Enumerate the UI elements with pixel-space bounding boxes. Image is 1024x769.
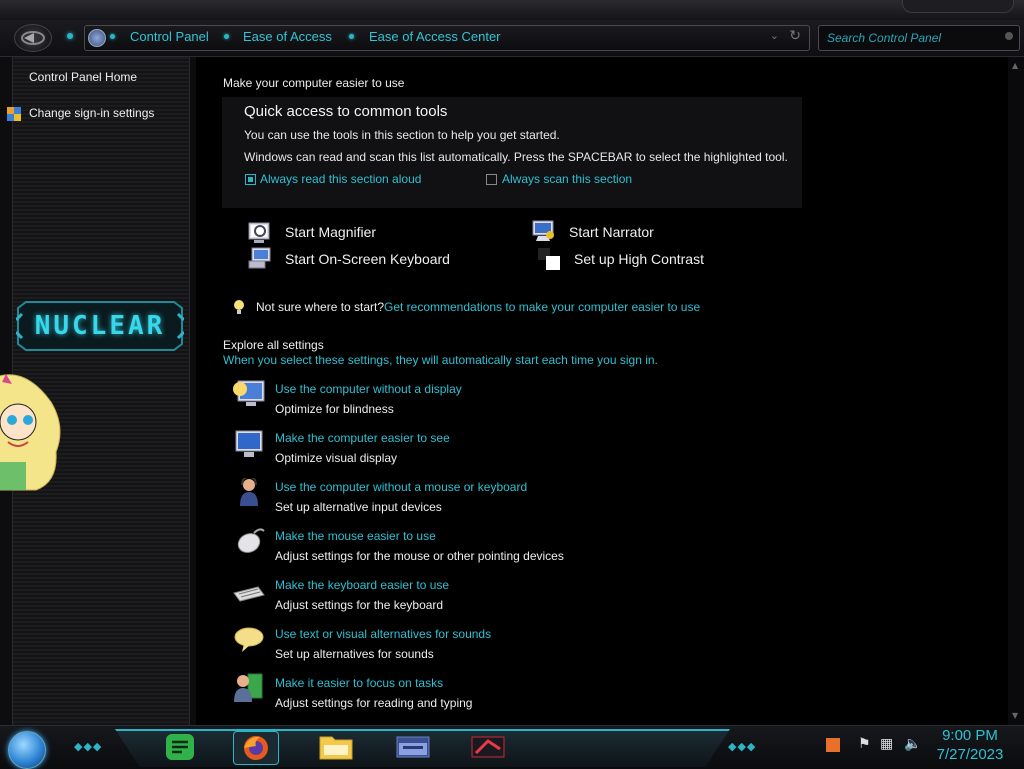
media-app-icon[interactable] — [466, 731, 510, 763]
breadcrumb-ease-of-access[interactable]: Ease of Access — [243, 29, 332, 44]
lightbulb-icon — [234, 300, 244, 314]
scan-checkbox[interactable] — [486, 174, 497, 185]
category-desc-sound-alternatives: Set up alternatives for sounds — [275, 647, 434, 661]
breadcrumb-ease-of-access-center[interactable]: Ease of Access Center — [369, 29, 501, 44]
category-desc-focus-tasks: Adjust settings for reading and typing — [275, 696, 473, 710]
firefox-icon[interactable] — [233, 731, 279, 765]
dock-chevrons-right-icon: ◆◆◆ — [728, 740, 757, 753]
sidebar: Control Panel Home Change sign-in settin… — [0, 57, 190, 725]
category-desc-without-mouse-keyboard: Set up alternative input devices — [275, 500, 442, 514]
quick-access-line1: You can use the tools in this section to… — [244, 128, 560, 142]
speech-bubble-icon — [234, 627, 264, 652]
category-link-focus-tasks[interactable]: Make it easier to focus on tasks — [275, 676, 443, 690]
keyboard-icon[interactable] — [248, 247, 272, 269]
category-desc-easier-to-see: Optimize visual display — [275, 451, 398, 465]
address-row: Control Panel Ease of Access Ease of Acc… — [0, 20, 1024, 57]
scroll-down-icon[interactable]: ▼ — [1012, 711, 1018, 720]
magnifier-icon[interactable] — [248, 222, 272, 244]
breadcrumb-separator — [110, 34, 115, 39]
get-recommendations-link[interactable]: Get recommendations to make your compute… — [384, 300, 700, 314]
window-frame-notch — [902, 0, 1014, 13]
search-input[interactable] — [825, 29, 989, 47]
app-tray-icon[interactable] — [826, 738, 840, 752]
category-desc-without-display: Optimize for blindness — [275, 402, 394, 416]
taskbar: ◆◆◆ ◆◆◆ ⚑ ▦ 🔈 — [0, 725, 1024, 769]
hint-text: Not sure where to start? — [256, 300, 385, 314]
contrast-icon[interactable] — [538, 248, 562, 270]
set-up-high-contrast-link[interactable]: Set up High Contrast — [574, 251, 704, 267]
read-aloud-label[interactable]: Always read this section aloud — [260, 172, 421, 186]
address-bar[interactable]: Control Panel Ease of Access Ease of Acc… — [84, 25, 810, 51]
category-link-sound-alternatives[interactable]: Use text or visual alternatives for soun… — [275, 627, 491, 641]
breadcrumb-control-panel[interactable]: Control Panel — [130, 29, 209, 44]
window-app-icon[interactable] — [391, 731, 435, 763]
clock-time[interactable]: 9:00 PM — [920, 727, 1020, 744]
logo-text: NUCLEAR — [34, 311, 166, 341]
monitor-blind-icon — [233, 380, 265, 406]
network-icon[interactable]: ▦ — [880, 736, 893, 752]
start-button[interactable] — [8, 731, 46, 769]
read-aloud-checkbox[interactable] — [245, 174, 256, 185]
category-link-mouse-easier[interactable]: Make the mouse easier to use — [275, 529, 436, 543]
chevron-down-icon[interactable]: ⌄ — [770, 29, 779, 42]
person-headset-icon — [240, 478, 258, 506]
flag-icon[interactable]: ⚑ — [858, 736, 871, 752]
explore-title: Explore all settings — [223, 338, 324, 352]
start-narrator-link[interactable]: Start Narrator — [569, 224, 654, 240]
volume-icon[interactable]: 🔈 — [904, 736, 921, 752]
window-title-bar — [0, 0, 1024, 21]
scroll-up-icon[interactable]: ▲ — [1012, 61, 1018, 70]
clock-date[interactable]: 7/27/2023 — [920, 746, 1020, 763]
search-icon[interactable] — [1005, 32, 1013, 40]
sidebar-item-change-sign-in-settings[interactable]: Change sign-in settings — [29, 106, 154, 120]
category-link-without-mouse-keyboard[interactable]: Use the computer without a mouse or keyb… — [275, 480, 527, 494]
breadcrumb-separator — [224, 34, 229, 39]
search-box[interactable] — [818, 25, 1020, 51]
notes-app-icon[interactable] — [158, 731, 202, 763]
nuclear-logo: NUCLEAR — [14, 300, 186, 352]
recent-pages-dot[interactable] — [67, 33, 73, 39]
control-panel-icon — [88, 29, 106, 47]
cartoon-character-image — [0, 374, 61, 491]
back-button[interactable] — [14, 24, 52, 52]
explore-subtitle: When you select these settings, they wil… — [223, 353, 658, 367]
breadcrumb-separator — [349, 34, 354, 39]
monitor-icon — [235, 430, 263, 457]
refresh-icon[interactable]: ↻ — [789, 28, 801, 44]
keyboard-icon — [233, 586, 265, 602]
start-magnifier-link[interactable]: Start Magnifier — [285, 224, 376, 240]
main-content: Make your computer easier to use Quick a… — [196, 57, 1008, 725]
quick-access-line2: Windows can read and scan this list auto… — [244, 150, 788, 164]
scan-label[interactable]: Always scan this section — [502, 172, 632, 186]
file-explorer-icon[interactable] — [314, 731, 358, 763]
quick-access-title: Quick access to common tools — [244, 103, 448, 120]
category-link-easier-to-see[interactable]: Make the computer easier to see — [275, 431, 450, 445]
sidebar-item-control-panel-home[interactable]: Control Panel Home — [29, 70, 137, 84]
start-on-screen-keyboard-link[interactable]: Start On-Screen Keyboard — [285, 251, 450, 267]
quick-access-panel: Quick access to common tools You can use… — [222, 97, 802, 208]
person-task-icon — [234, 673, 263, 702]
page-heading: Make your computer easier to use — [223, 76, 405, 90]
category-link-keyboard-easier[interactable]: Make the keyboard easier to use — [275, 578, 449, 592]
category-desc-mouse-easier: Adjust settings for the mouse or other p… — [275, 549, 564, 563]
dock-chevrons-left-icon: ◆◆◆ — [74, 740, 103, 753]
vertical-scrollbar[interactable]: ▲ ▼ — [1008, 57, 1024, 725]
narrator-icon[interactable] — [532, 220, 556, 242]
shield-icon — [7, 107, 21, 121]
back-arrow-icon — [21, 31, 45, 45]
mouse-icon — [237, 528, 265, 553]
category-link-without-display[interactable]: Use the computer without a display — [275, 382, 462, 396]
category-desc-keyboard-easier: Adjust settings for the keyboard — [275, 598, 444, 612]
